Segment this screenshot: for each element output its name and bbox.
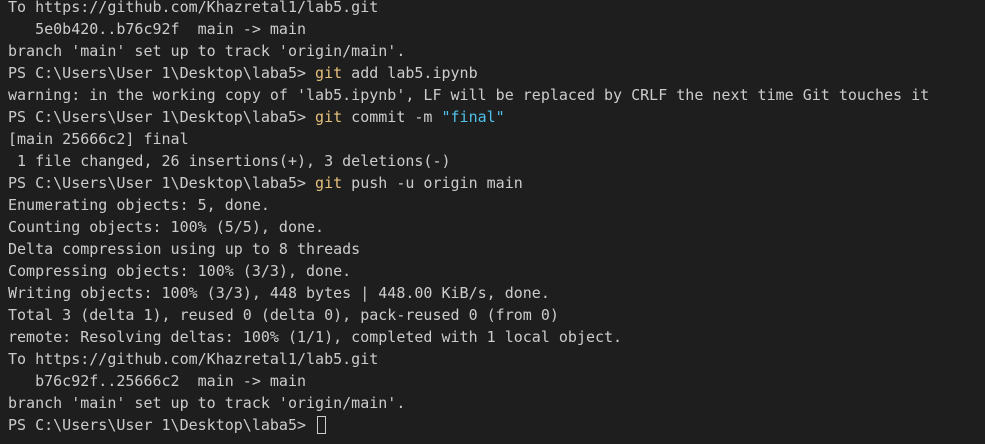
terminal-line: Enumerating objects: 5, done. (8, 194, 983, 216)
terminal-line: Writing objects: 100% (3/3), 448 bytes |… (8, 282, 983, 304)
terminal-line: To https://github.com/Khazretal1/lab5.gi… (8, 348, 983, 370)
output-text: 1 file changed, 26 insertions(+), 3 dele… (8, 152, 451, 170)
terminal-line: branch 'main' set up to track 'origin/ma… (8, 392, 983, 414)
terminal-line: PS C:\Users\User 1\Desktop\laba5> git ad… (8, 62, 983, 84)
output-text: To https://github.com/Khazretal1/lab5.gi… (8, 0, 379, 16)
shell-prompt: PS C:\Users\User 1\Desktop\laba5> (8, 64, 316, 82)
output-text: remote: Resolving deltas: 100% (1/1), co… (8, 328, 623, 346)
output-text: Writing objects: 100% (3/3), 448 bytes |… (8, 284, 550, 302)
terminal-line: b76c92f..25666c2 main -> main (8, 370, 983, 392)
terminal-line: warning: in the working copy of 'lab5.ip… (8, 84, 983, 106)
output-text: branch 'main' set up to track 'origin/ma… (8, 394, 406, 412)
command-keyword: git (315, 174, 343, 192)
output-text: 5e0b420..b76c92f main -> main (8, 20, 307, 38)
command-keyword: git (315, 108, 343, 126)
output-text: branch 'main' set up to track 'origin/ma… (8, 42, 406, 60)
terminal-panel[interactable]: To https://github.com/Khazretal1/lab5.gi… (0, 0, 985, 444)
command-args: commit -m (342, 108, 442, 126)
output-text: Total 3 (delta 1), reused 0 (delta 0), p… (8, 306, 559, 324)
terminal-line: PS C:\Users\User 1\Desktop\laba5> git pu… (8, 172, 983, 194)
command-keyword: git (315, 64, 343, 82)
terminal-line: Total 3 (delta 1), reused 0 (delta 0), p… (8, 304, 983, 326)
output-text: Delta compression using up to 8 threads (8, 240, 361, 258)
output-text: Counting objects: 100% (5/5), done. (8, 218, 325, 236)
terminal-line: branch 'main' set up to track 'origin/ma… (8, 40, 983, 62)
terminal-line: [main 25666c2] final (8, 128, 983, 150)
text-cursor (317, 416, 327, 434)
output-text: warning: in the working copy of 'lab5.ip… (8, 86, 930, 104)
terminal-output: To https://github.com/Khazretal1/lab5.gi… (8, 0, 983, 436)
string-literal: "final" (441, 108, 505, 126)
shell-prompt: PS C:\Users\User 1\Desktop\laba5> (8, 416, 316, 434)
terminal-line: 5e0b420..b76c92f main -> main (8, 18, 983, 40)
output-text: Enumerating objects: 5, done. (8, 196, 270, 214)
output-text: [main 25666c2] final (8, 130, 189, 148)
output-text: Compressing objects: 100% (3/3), done. (8, 262, 352, 280)
terminal-line: Compressing objects: 100% (3/3), done. (8, 260, 983, 282)
output-text: To https://github.com/Khazretal1/lab5.gi… (8, 350, 379, 368)
shell-prompt: PS C:\Users\User 1\Desktop\laba5> (8, 108, 316, 126)
terminal-line: remote: Resolving deltas: 100% (1/1), co… (8, 326, 983, 348)
terminal-line: Delta compression using up to 8 threads (8, 238, 983, 260)
terminal-line: PS C:\Users\User 1\Desktop\laba5> git co… (8, 106, 983, 128)
command-args: add lab5.ipynb (342, 64, 478, 82)
output-text: b76c92f..25666c2 main -> main (8, 372, 307, 390)
terminal-prompt-line[interactable]: PS C:\Users\User 1\Desktop\laba5> (8, 414, 983, 436)
terminal-line: 1 file changed, 26 insertions(+), 3 dele… (8, 150, 983, 172)
command-args: push -u origin main (342, 174, 523, 192)
terminal-line: Counting objects: 100% (5/5), done. (8, 216, 983, 238)
shell-prompt: PS C:\Users\User 1\Desktop\laba5> (8, 174, 316, 192)
terminal-line: To https://github.com/Khazretal1/lab5.gi… (8, 0, 983, 18)
